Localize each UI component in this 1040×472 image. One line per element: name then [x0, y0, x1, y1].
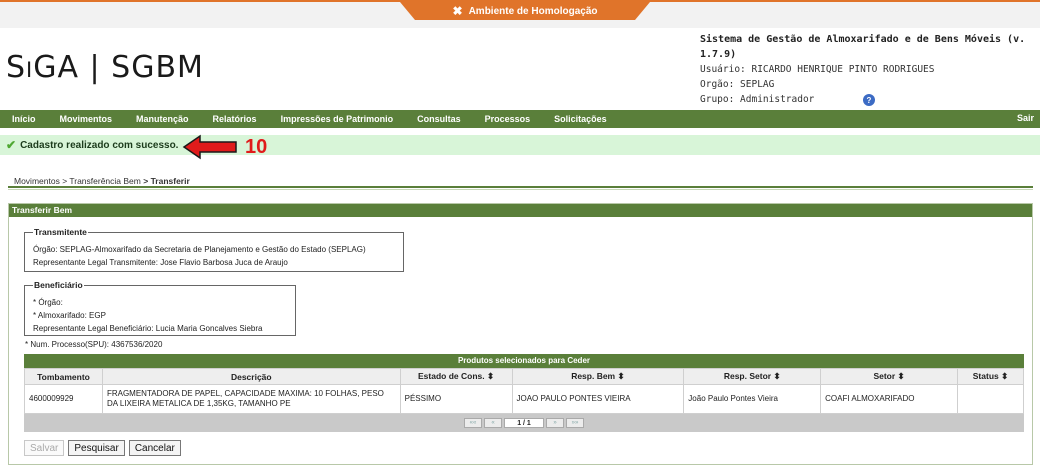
- org-line: Orgão: SEPLAG: [700, 79, 775, 90]
- col-resp-setor[interactable]: Resp. Setor ⬍: [683, 368, 822, 385]
- search-button[interactable]: Pesquisar: [68, 440, 125, 456]
- products-table: Tombamento Descrição Estado de Cons. ⬍ R…: [24, 368, 1024, 414]
- menu-item-processos[interactable]: Processos: [473, 114, 543, 124]
- panel-title: Transferir Bem: [9, 204, 1032, 217]
- breadcrumb-divider: [8, 186, 1033, 188]
- pager-prev-button[interactable]: «: [484, 418, 502, 428]
- pager-next-button[interactable]: »: [546, 418, 564, 428]
- menu-item-impressoes[interactable]: Impressões de Patrimonio: [269, 114, 406, 124]
- beneficiario-fieldset: Beneficiário * Órgão: * Almoxarifado: EG…: [24, 279, 296, 336]
- help-icon[interactable]: ?: [863, 94, 875, 106]
- transmitente-legend: Transmitente: [34, 227, 87, 237]
- menu-item-relatorios[interactable]: Relatórios: [201, 114, 269, 124]
- cell-resp-bem: JOAO PAULO PONTES VIEIRA: [511, 384, 685, 414]
- col-tombamento: Tombamento: [24, 368, 103, 385]
- transmitente-fieldset: Transmitente Órgão: SEPLAG-Almoxarifado …: [24, 226, 404, 272]
- transmitente-orgao: Órgão: SEPLAG-Almoxarifado da Secretaria…: [33, 245, 366, 254]
- breadcrumb-movimentos[interactable]: Movimentos: [14, 176, 60, 186]
- app-logo: SiGA | SGBM: [6, 50, 204, 85]
- beneficiario-rep: Representante Legal Beneficiário: Lucia …: [33, 324, 263, 333]
- col-resp-bem[interactable]: Resp. Bem ⬍: [511, 368, 685, 385]
- tools-icon: ✖: [452, 4, 463, 18]
- table-caption: Produtos selecionados para Ceder: [24, 354, 1024, 368]
- pager-last-button[interactable]: »»: [566, 418, 584, 428]
- cancel-button[interactable]: Cancelar: [128, 440, 181, 456]
- beneficiario-almox: * Almoxarifado: EGP: [33, 311, 106, 320]
- cell-status: [957, 384, 1024, 414]
- cell-descricao: FRAGMENTADORA DE PAPEL, CAPACIDADE MAXIM…: [101, 384, 401, 414]
- cell-tombamento: 4600009929: [24, 384, 103, 414]
- system-title: Sistema de Gestão de Almoxarifado e de B…: [700, 34, 1026, 60]
- environment-label: Ambiente de Homologação: [468, 5, 598, 17]
- user-line: Usuário: RICARDO HENRIQUE PINTO RODRIGUE…: [700, 64, 935, 75]
- menu-item-movimentos[interactable]: Movimentos: [48, 114, 125, 124]
- col-setor[interactable]: Setor ⬍: [820, 368, 959, 385]
- check-icon: ✔: [6, 138, 17, 152]
- cell-resp-setor: João Paulo Pontes Vieira: [683, 384, 822, 414]
- annotation-arrow-icon: [182, 134, 237, 160]
- products-table-wrapper: Produtos selecionados para Ceder Tombame…: [24, 354, 1024, 432]
- col-descricao: Descrição: [101, 368, 401, 385]
- environment-tab: ✖ Ambiente de Homologação: [400, 2, 650, 20]
- action-buttons: Salvar Pesquisar Cancelar: [24, 440, 181, 456]
- breadcrumb-transferencia[interactable]: > Transferência Bem: [62, 176, 141, 186]
- breadcrumb: Movimentos > Transferência Bem > Transfe…: [14, 176, 190, 186]
- pager-first-button[interactable]: ««: [464, 418, 482, 428]
- success-text: Cadastro realizado com sucesso.: [20, 139, 179, 151]
- col-estado[interactable]: Estado de Cons. ⬍: [399, 368, 513, 385]
- beneficiario-orgao: * Órgão:: [33, 298, 63, 307]
- main-menu: Início Movimentos Manutenção Relatórios …: [0, 110, 1040, 128]
- pagination: «« « 1 / 1 » »»: [24, 414, 1024, 432]
- cell-setor: COAFI ALMOXARIFADO: [820, 384, 959, 414]
- menu-item-consultas[interactable]: Consultas: [405, 114, 473, 124]
- menu-item-solicitacoes[interactable]: Solicitações: [542, 114, 619, 124]
- save-button[interactable]: Salvar: [24, 440, 65, 456]
- table-row[interactable]: 4600009929 FRAGMENTADORA DE PAPEL, CAPAC…: [24, 384, 1024, 414]
- pager-info: 1 / 1: [504, 418, 544, 428]
- annotation-number: 10: [245, 136, 268, 158]
- transmitente-rep: Representante Legal Transmitente: Jose F…: [33, 258, 288, 267]
- cell-estado: PÉSSIMO: [399, 384, 513, 414]
- col-status[interactable]: Status ⬍: [957, 368, 1024, 385]
- environment-bar: ✖ Ambiente de Homologação: [0, 0, 1040, 28]
- beneficiario-legend: Beneficiário: [34, 280, 83, 290]
- success-message: ✔ Cadastro realizado com sucesso.: [0, 135, 1040, 155]
- breadcrumb-current: > Transferir: [143, 176, 190, 186]
- transfer-panel: Transferir Bem Transmitente Órgão: SEPLA…: [8, 203, 1033, 465]
- breadcrumb-divider-light: [8, 189, 1033, 190]
- app-header: SiGA | SGBM Sistema de Gestão de Almoxar…: [0, 28, 1040, 110]
- menu-item-inicio[interactable]: Início: [0, 114, 48, 124]
- logout-link[interactable]: Sair: [1017, 113, 1034, 123]
- num-processo: * Num. Processo(SPU): 4367536/2020: [25, 340, 163, 349]
- menu-item-manutencao[interactable]: Manutenção: [124, 114, 201, 124]
